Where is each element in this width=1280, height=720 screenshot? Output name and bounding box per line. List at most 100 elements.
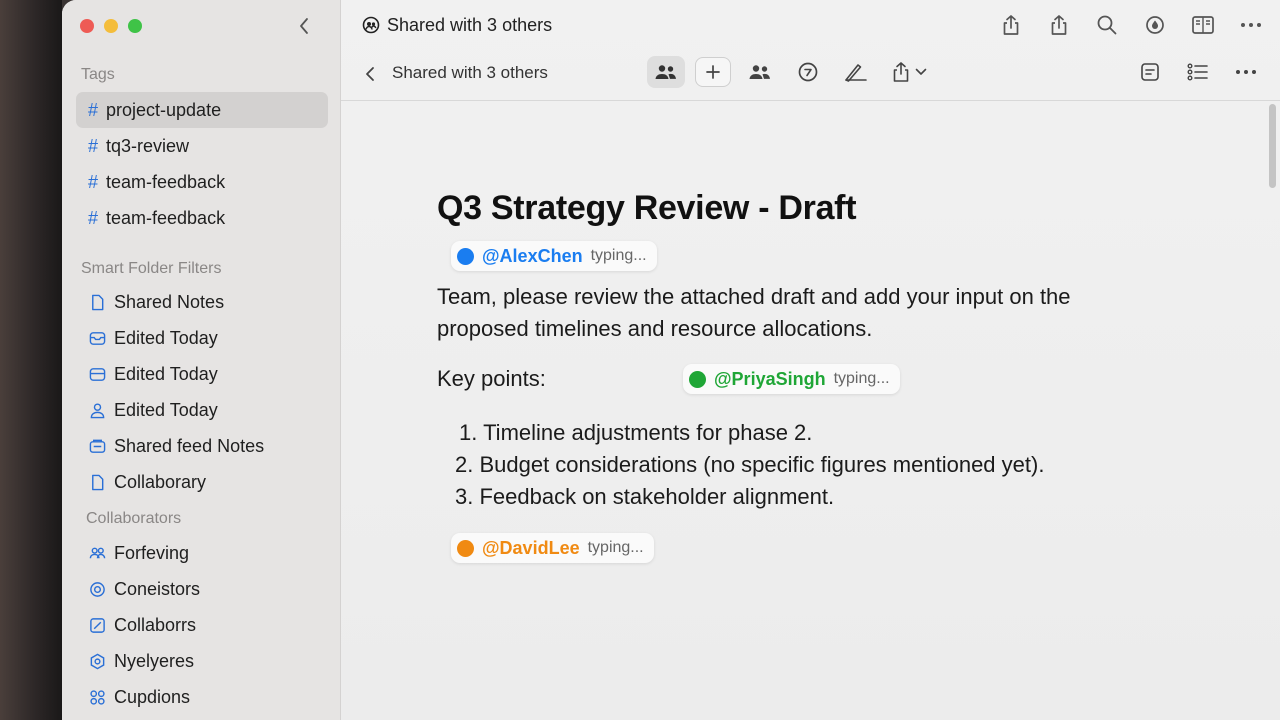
share-icon	[1003, 15, 1019, 35]
share-icon	[893, 62, 909, 82]
gear-icon	[88, 652, 106, 670]
plus-icon	[706, 65, 720, 79]
smart-item-label: Edited Today	[114, 327, 218, 348]
smart-item-label: Collaborary	[114, 471, 207, 492]
presence-status: typing...	[587, 539, 644, 556]
smart-item-label: Shared feed Notes	[114, 435, 265, 456]
check-circle-icon	[798, 62, 818, 82]
book-icon	[1192, 16, 1214, 34]
checklist-button[interactable]	[789, 56, 827, 88]
presence-status: typing...	[590, 247, 647, 264]
chevron-left-icon	[300, 18, 308, 34]
search-button[interactable]	[1094, 12, 1120, 38]
tag-item-project-update[interactable]: # project-update	[76, 92, 328, 128]
ellipsis-icon	[1236, 70, 1256, 74]
tag-item-tq3-review[interactable]: # tq3-review	[76, 128, 328, 164]
share-button[interactable]	[998, 12, 1024, 38]
window-controls	[80, 19, 142, 33]
collaborators-section-title: Collaborators	[86, 510, 182, 527]
sidebar: Tags # project-update # tq3-review # tea…	[62, 0, 341, 720]
presence-status: typing...	[833, 370, 890, 387]
vertical-scrollbar[interactable]	[1269, 104, 1276, 188]
hash-icon: #	[88, 99, 99, 120]
circle-icon	[88, 580, 106, 598]
shared-icon	[362, 16, 380, 34]
tray-icon	[88, 329, 106, 347]
note-editor: Shared with 3 others Shared with 3 other…	[341, 0, 1280, 720]
smart-item-label: Edited Today	[114, 399, 218, 420]
share-menu-button[interactable]	[885, 56, 933, 88]
people-icon	[749, 65, 770, 79]
close-window-button[interactable]	[80, 19, 94, 33]
presence-handle: @PriyaSingh	[714, 368, 826, 389]
toolbar-more-button[interactable]	[1228, 56, 1264, 88]
key-points-label[interactable]: Key points:	[437, 366, 546, 392]
notes-window: Tags # project-update # tq3-review # tea…	[62, 0, 1280, 720]
grid-icon	[88, 688, 106, 706]
chevron-down-icon	[915, 68, 927, 75]
tag-item-team-feedback[interactable]: # team-feedback	[76, 164, 328, 200]
smart-item-shared-notes[interactable]: Shared Notes	[76, 284, 328, 320]
smart-item-edited-today-3[interactable]: Edited Today	[76, 392, 328, 428]
hash-icon: #	[88, 135, 99, 156]
text-format-icon	[1141, 63, 1159, 81]
ellipsis-icon	[1241, 23, 1261, 27]
doc-icon	[88, 293, 106, 311]
people-icon	[88, 544, 106, 562]
collaborator-label: Nyelyeres	[114, 650, 195, 671]
collaborator-item-cupdions[interactable]: Cupdions	[76, 679, 328, 715]
title-bar: Shared with 3 others	[341, 0, 1280, 50]
device-bezel	[0, 0, 62, 720]
chevron-left-icon	[366, 67, 374, 81]
people-icon	[655, 65, 676, 79]
manage-people-button[interactable]	[741, 56, 779, 88]
note-paragraph[interactable]: Team, please review the attached draft a…	[437, 281, 1157, 345]
smart-item-shared-feed-notes[interactable]: Shared feed Notes	[76, 428, 328, 464]
presence-handle: @AlexChen	[482, 245, 583, 266]
doc-icon	[88, 473, 106, 491]
smart-item-edited-today-2[interactable]: Edited Today	[76, 356, 328, 392]
edit-icon	[88, 616, 106, 634]
collapse-sidebar-button[interactable]	[292, 14, 316, 38]
presence-dot	[457, 247, 474, 265]
smart-folders-section-title: Smart Folder Filters	[81, 260, 222, 277]
format-button[interactable]	[1132, 56, 1168, 88]
list-icon	[1187, 63, 1208, 81]
export-button[interactable]	[1046, 12, 1072, 38]
note-title[interactable]: Q3 Strategy Review - Draft	[437, 189, 857, 228]
markup-button[interactable]	[837, 56, 875, 88]
presence-handle: @DavidLee	[482, 537, 580, 558]
zoom-window-button[interactable]	[128, 19, 142, 33]
add-button[interactable]	[695, 57, 731, 87]
presence-dot	[457, 539, 474, 557]
tray-icon	[88, 365, 106, 383]
back-button[interactable]	[359, 62, 381, 86]
collaborator-item-coneistors[interactable]: Coneistors	[76, 571, 328, 607]
list-button[interactable]	[1180, 56, 1216, 88]
smart-item-label: Edited Today	[114, 363, 218, 384]
pen-icon	[845, 64, 867, 82]
collaborator-item-forfeving[interactable]: Forfeving	[76, 535, 328, 571]
search-icon	[1097, 15, 1117, 35]
activity-button[interactable]	[1142, 12, 1168, 38]
share-icon	[1051, 15, 1067, 35]
smart-item-label: Shared Notes	[114, 291, 225, 312]
tags-section-title: Tags	[81, 66, 115, 83]
tag-item-team-feedback-2[interactable]: # team-feedback	[76, 200, 328, 236]
collaborator-item-nyelyeres[interactable]: Nyelyeres	[76, 643, 328, 679]
presence-dot	[689, 370, 706, 388]
smart-item-edited-today[interactable]: Edited Today	[76, 320, 328, 356]
note-toolbar: Shared with 3 others	[341, 50, 1280, 101]
tag-label: tq3-review	[106, 135, 190, 156]
collaborators-button[interactable]	[647, 56, 685, 88]
reader-button[interactable]	[1190, 12, 1216, 38]
key-points-list[interactable]: 1. Timeline adjustments for phase 2. 2. …	[455, 417, 1044, 513]
collaborator-item-collaborrs[interactable]: Collaborrs	[76, 607, 328, 643]
presence-indicator-alexchen: @AlexChen typing...	[451, 241, 657, 271]
smart-item-collaborary[interactable]: Collaborary	[76, 464, 328, 500]
minimize-window-button[interactable]	[104, 19, 118, 33]
list-item[interactable]: 1. Timeline adjustments for phase 2.	[455, 417, 1044, 449]
list-item[interactable]: 2. Budget considerations (no specific fi…	[455, 449, 1044, 481]
list-item[interactable]: 3. Feedback on stakeholder alignment.	[455, 481, 1044, 513]
more-options-button[interactable]	[1238, 12, 1264, 38]
